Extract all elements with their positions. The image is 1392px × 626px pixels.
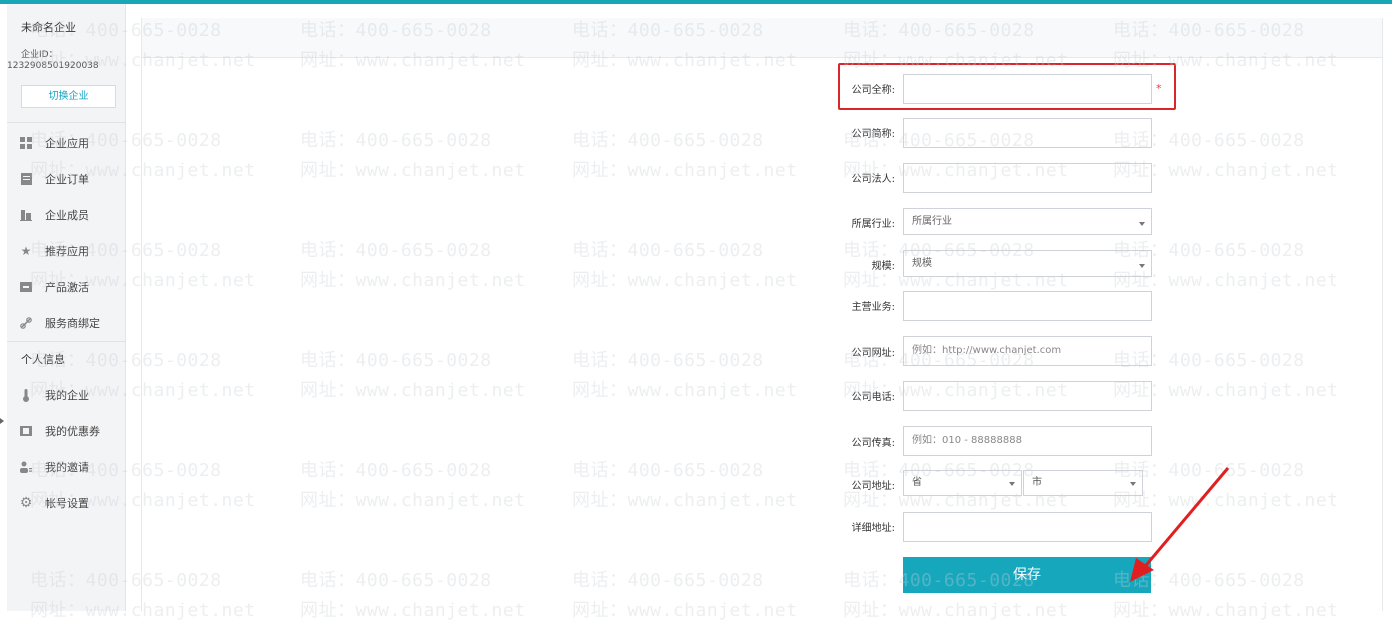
phone-input[interactable] <box>903 381 1152 411</box>
sidebar-item-label: 服务商绑定 <box>45 317 100 330</box>
content-border-left <box>141 18 142 611</box>
sidebar-item-recommended-apps[interactable]: ★ 推荐应用 <box>19 241 89 261</box>
sidebar-item-my-coupons[interactable]: 我的优惠券 <box>19 421 100 441</box>
coupon-icon <box>19 424 33 438</box>
watermark-text: 电话：400-665-0028 网址：www.chanjet.net <box>572 570 798 621</box>
industry-label: 所属行业: <box>851 219 895 230</box>
switch-company-button[interactable]: 切换企业 <box>21 85 116 108</box>
address-label: 公司地址: <box>851 481 895 492</box>
watermark-text: 电话：400-665-0028 网址：www.chanjet.net <box>572 350 798 401</box>
activate-icon <box>19 280 33 294</box>
collapse-handle-icon[interactable] <box>0 418 4 424</box>
sidebar-item-label: 企业订单 <box>45 173 89 186</box>
short-name-label: 公司简称: <box>851 129 895 140</box>
full-name-label: 公司全称: <box>851 85 895 96</box>
sidebar-divider <box>7 122 126 123</box>
sidebar-item-label: 推荐应用 <box>45 245 89 258</box>
full-name-input[interactable] <box>903 74 1152 104</box>
sidebar-item-provider-binding[interactable]: 服务商绑定 <box>19 313 100 333</box>
sidebar-item-label: 我的邀请 <box>45 461 89 474</box>
star-icon: ★ <box>20 244 32 258</box>
sidebar-item-label: 我的优惠券 <box>45 425 100 438</box>
main-business-input[interactable] <box>903 291 1152 321</box>
watermark-text: 电话：400-665-0028 网址：www.chanjet.net <box>572 240 798 291</box>
detail-address-input[interactable] <box>903 512 1152 542</box>
sidebar: 未命名企业 企业ID： 1232908501920038 切换企业 企业应用 企… <box>7 4 126 611</box>
watermark-text: 电话：400-665-0028 网址：www.chanjet.net <box>300 240 526 291</box>
save-button[interactable]: 保存 <box>903 557 1151 593</box>
sidebar-item-label: 企业应用 <box>45 137 89 150</box>
fax-label: 公司传真: <box>851 438 895 449</box>
legal-person-input[interactable] <box>903 163 1152 193</box>
sidebar-item-label: 我的企业 <box>45 389 89 402</box>
sidebar-item-label: 帐号设置 <box>45 497 89 510</box>
watermark-text: 电话：400-665-0028 网址：www.chanjet.net <box>300 570 526 621</box>
company-id-label: 企业ID： <box>21 50 58 60</box>
fax-input[interactable]: 例如：010 - 88888888 <box>903 426 1152 456</box>
grid-icon <box>19 136 33 150</box>
legal-person-label: 公司法人: <box>851 174 895 185</box>
members-icon <box>19 208 33 222</box>
personal-section-title: 个人信息 <box>21 353 65 366</box>
required-mark: * <box>1156 82 1162 95</box>
sidebar-item-account-settings[interactable]: ⚙ 帐号设置 <box>19 493 89 513</box>
content-header-band <box>142 18 1382 58</box>
watermark-text: 电话：400-665-0028 网址：www.chanjet.net <box>572 460 798 511</box>
gear-icon: ⚙ <box>19 495 33 511</box>
watermark-text: 电话：400-665-0028 网址：www.chanjet.net <box>572 130 798 181</box>
main-business-label: 主营业务: <box>851 302 895 313</box>
scale-label: 规模: <box>871 261 895 272</box>
top-accent-bar <box>0 0 1392 4</box>
province-select[interactable]: 省 <box>903 470 1022 496</box>
watermark-text: 电话：400-665-0028 网址：www.chanjet.net <box>300 130 526 181</box>
website-input[interactable]: 例如：http://www.chanjet.com <box>903 336 1152 366</box>
sidebar-item-product-activation[interactable]: 产品激活 <box>19 277 89 297</box>
company-id: 1232908501920038 <box>7 61 99 71</box>
sidebar-item-enterprise-apps[interactable]: 企业应用 <box>19 133 89 153</box>
link-icon <box>19 316 33 330</box>
annotation-arrow-icon <box>1130 467 1230 582</box>
scale-select[interactable]: 规模 <box>903 250 1152 277</box>
sidebar-item-enterprise-members[interactable]: 企业成员 <box>19 205 89 225</box>
sidebar-divider <box>7 341 126 342</box>
content-border-right <box>1382 18 1383 611</box>
industry-select[interactable]: 所属行业 <box>903 208 1152 235</box>
invite-icon <box>19 460 33 474</box>
company-name: 未命名企业 <box>21 21 76 34</box>
order-icon <box>19 172 33 186</box>
sidebar-item-label: 企业成员 <box>45 209 89 222</box>
sidebar-item-label: 产品激活 <box>45 281 89 294</box>
sidebar-item-my-enterprise[interactable]: 我的企业 <box>19 385 89 405</box>
detail-address-label: 详细地址: <box>851 523 895 534</box>
short-name-input[interactable] <box>903 118 1152 148</box>
sidebar-item-enterprise-orders[interactable]: 企业订单 <box>19 169 89 189</box>
watermark-text: 电话：400-665-0028 网址：www.chanjet.net <box>300 460 526 511</box>
sidebar-item-my-invitations[interactable]: 我的邀请 <box>19 457 89 477</box>
website-label: 公司网址: <box>851 348 895 359</box>
phone-label: 公司电话: <box>851 392 895 403</box>
thermometer-icon <box>19 388 33 402</box>
watermark-text: 电话：400-665-0028 网址：www.chanjet.net <box>300 350 526 401</box>
